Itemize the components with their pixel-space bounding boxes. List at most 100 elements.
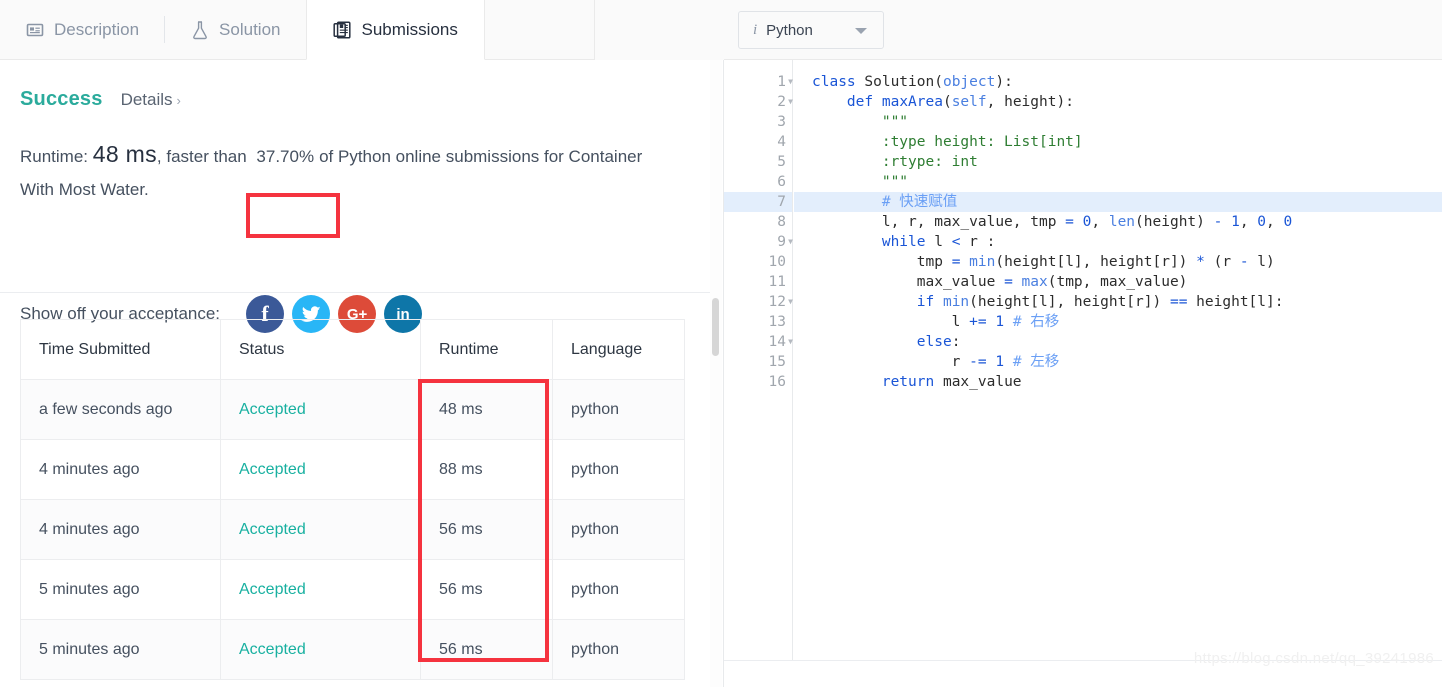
line-number: 13 <box>724 312 792 332</box>
fold-arrow-icon[interactable]: ▼ <box>783 92 793 112</box>
code-line: tmp = min(height[l], height[r]) * (r - l… <box>812 254 1275 270</box>
code-line: def maxArea(self, height): <box>846 94 1074 110</box>
status-badge: Success <box>20 88 103 110</box>
code-line: r -= 1 # 左移 <box>812 354 1060 370</box>
cell-status: Accepted <box>220 619 421 680</box>
line-number: 14 ▼ <box>724 332 793 352</box>
editor-code-area[interactable]: class Solution(object): def maxArea(self… <box>794 60 1442 660</box>
cell-status: Accepted <box>220 559 421 620</box>
leetcode-submission-page: Description Solution Submissions i Pytho… <box>0 0 1442 687</box>
section-divider <box>0 292 712 293</box>
line-number: 8 <box>724 212 792 232</box>
fold-arrow-icon[interactable]: ▼ <box>783 292 793 312</box>
cell-time: a few seconds ago <box>20 379 221 440</box>
cell-language: python <box>552 499 685 560</box>
line-number: 7 <box>724 192 792 212</box>
column-header-runtime: Runtime <box>420 319 553 380</box>
status-link[interactable]: Accepted <box>239 581 306 598</box>
code-line: max_value = max(tmp, max_value) <box>812 274 1188 290</box>
code-line: """ <box>881 114 909 130</box>
cell-runtime: 56 ms <box>420 499 553 560</box>
language-select[interactable]: i Python <box>738 11 884 49</box>
table-row[interactable]: 4 minutes ago Accepted 56 ms python <box>20 499 685 560</box>
code-line: else: <box>916 334 961 350</box>
table-row[interactable]: 5 minutes ago Accepted 56 ms python <box>20 619 685 680</box>
tab-solution[interactable]: Solution <box>165 0 306 59</box>
cell-language: python <box>552 379 685 440</box>
cell-language: python <box>552 619 685 680</box>
cell-runtime: 56 ms <box>420 619 553 680</box>
fold-arrow-icon[interactable]: ▼ <box>783 232 793 252</box>
submissions-table: Time Submitted Status Runtime Language a… <box>20 319 685 680</box>
status-link[interactable]: Accepted <box>239 641 306 658</box>
line-number-value: 5 <box>777 154 786 170</box>
cell-runtime: 56 ms <box>420 559 553 620</box>
left-panel-scrollbar-track[interactable] <box>710 60 722 687</box>
runtime-summary: Runtime: 48 ms, faster than 37.70% of Pyt… <box>20 138 680 206</box>
cell-status: Accepted <box>220 379 421 440</box>
faster-than-text: , faster than <box>156 147 247 166</box>
tab-submissions[interactable]: Submissions <box>306 0 485 60</box>
submissions-icon <box>333 20 352 39</box>
code-line: """ <box>881 174 909 190</box>
runtime-value: 48 ms <box>92 141 157 167</box>
editor-header: i Python <box>724 0 1442 60</box>
code-line: :rtype: int <box>881 154 978 170</box>
status-link[interactable]: Accepted <box>239 521 306 538</box>
cell-language: python <box>552 559 685 620</box>
details-link-label: Details <box>120 90 173 109</box>
cell-time: 5 minutes ago <box>20 619 221 680</box>
line-number-value: 10 <box>768 254 786 270</box>
code-line: l += 1 # 右移 <box>812 314 1060 330</box>
status-link[interactable]: Accepted <box>239 461 306 478</box>
code-line: l, r, max_value, tmp = 0, len(height) - … <box>812 214 1293 230</box>
code-line: class Solution(object): <box>812 74 1013 90</box>
line-number: 10 <box>724 252 792 272</box>
column-header-time-submitted: Time Submitted <box>20 319 221 380</box>
details-link[interactable]: Details › <box>121 90 181 110</box>
fold-arrow-icon[interactable]: ▼ <box>783 332 793 352</box>
line-number: 6 <box>724 172 792 192</box>
code-line: :type height: List[int] <box>881 134 1083 150</box>
runtime-prefix: Runtime: <box>20 147 89 166</box>
line-number-value: 15 <box>768 354 786 370</box>
line-number: 4 <box>724 132 792 152</box>
cell-time: 5 minutes ago <box>20 559 221 620</box>
cell-time: 4 minutes ago <box>20 499 221 560</box>
status-link[interactable]: Accepted <box>239 401 306 418</box>
cell-runtime: 88 ms <box>420 439 553 500</box>
line-number: 12 ▼ <box>724 292 793 312</box>
table-row[interactable]: 4 minutes ago Accepted 88 ms python <box>20 439 685 500</box>
cell-status: Accepted <box>220 499 421 560</box>
line-number: 9 ▼ <box>724 232 793 252</box>
fold-arrow-icon[interactable]: ▼ <box>783 72 793 92</box>
flask-icon <box>191 20 209 40</box>
cell-time: 4 minutes ago <box>20 439 221 500</box>
line-number-value: 16 <box>768 374 786 390</box>
line-number: 2 ▼ <box>724 92 793 112</box>
percentile-value: 37.70% <box>256 147 315 166</box>
tab-description[interactable]: Description <box>0 0 166 59</box>
line-number: 5 <box>724 152 792 172</box>
line-number-value: 11 <box>768 274 786 290</box>
line-number-value: 13 <box>768 314 786 330</box>
left-panel-scrollbar-thumb[interactable] <box>712 298 719 356</box>
submissions-panel: Success Details › Runtime: 48 ms, faster … <box>0 60 724 687</box>
submissions-table-body: a few seconds ago Accepted 48 ms python … <box>20 379 685 680</box>
table-row[interactable]: a few seconds ago Accepted 48 ms python <box>20 379 685 440</box>
line-number-value: 8 <box>777 214 786 230</box>
line-number: 15 <box>724 352 792 372</box>
info-icon: i <box>753 21 758 38</box>
column-header-language: Language <box>552 319 685 380</box>
language-select-value: Python <box>766 21 813 39</box>
code-editor[interactable]: 1 ▼ 2 ▼ 3 4 5 6 7 8 9 ▼ 10 11 12 ▼ 13 14 ▼ 15… <box>724 60 1442 660</box>
description-icon <box>26 21 44 39</box>
line-number: 16 <box>724 372 792 392</box>
table-row[interactable]: 5 minutes ago Accepted 56 ms python <box>20 559 685 620</box>
code-line: while l < r : <box>881 234 996 250</box>
line-number: 11 <box>724 272 792 292</box>
line-number-value: 7 <box>777 194 786 210</box>
cell-language: python <box>552 439 685 500</box>
tab-bar-filler <box>594 0 724 60</box>
code-line: return max_value <box>881 374 1022 390</box>
